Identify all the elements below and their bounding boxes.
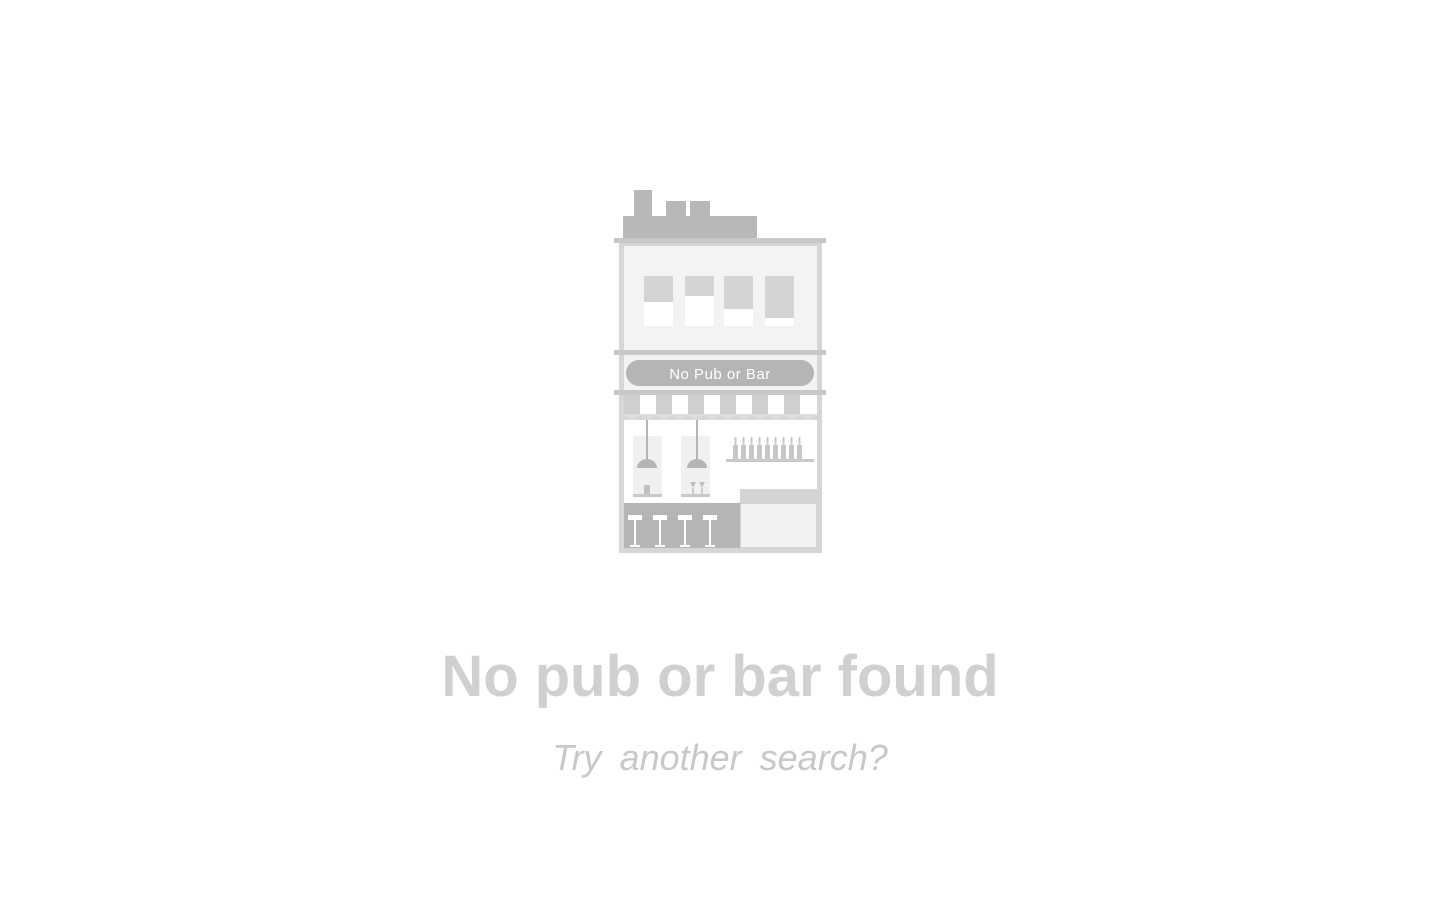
pub-sign-text: No Pub or Bar [669,366,771,383]
stool-area [624,503,740,548]
empty-state-subtitle[interactable]: Try another search? [0,736,1440,780]
empty-state-title: No pub or bar found [441,644,999,709]
pub-building-illustration: No Pub or Bar [614,190,826,553]
bar-counter-front [739,502,818,549]
floor-ledge-lower [614,390,826,395]
roof-ledge [614,238,826,243]
empty-state-page: No Pub or Bar No pub or bar found Try an… [0,0,1440,900]
chimney-short-2 [690,201,710,216]
chimney-short-1 [666,201,686,216]
floor-ledge-upper [614,350,826,355]
bar-counter-top [740,489,817,503]
roof-block [623,216,757,240]
chimney-tall [634,190,652,216]
